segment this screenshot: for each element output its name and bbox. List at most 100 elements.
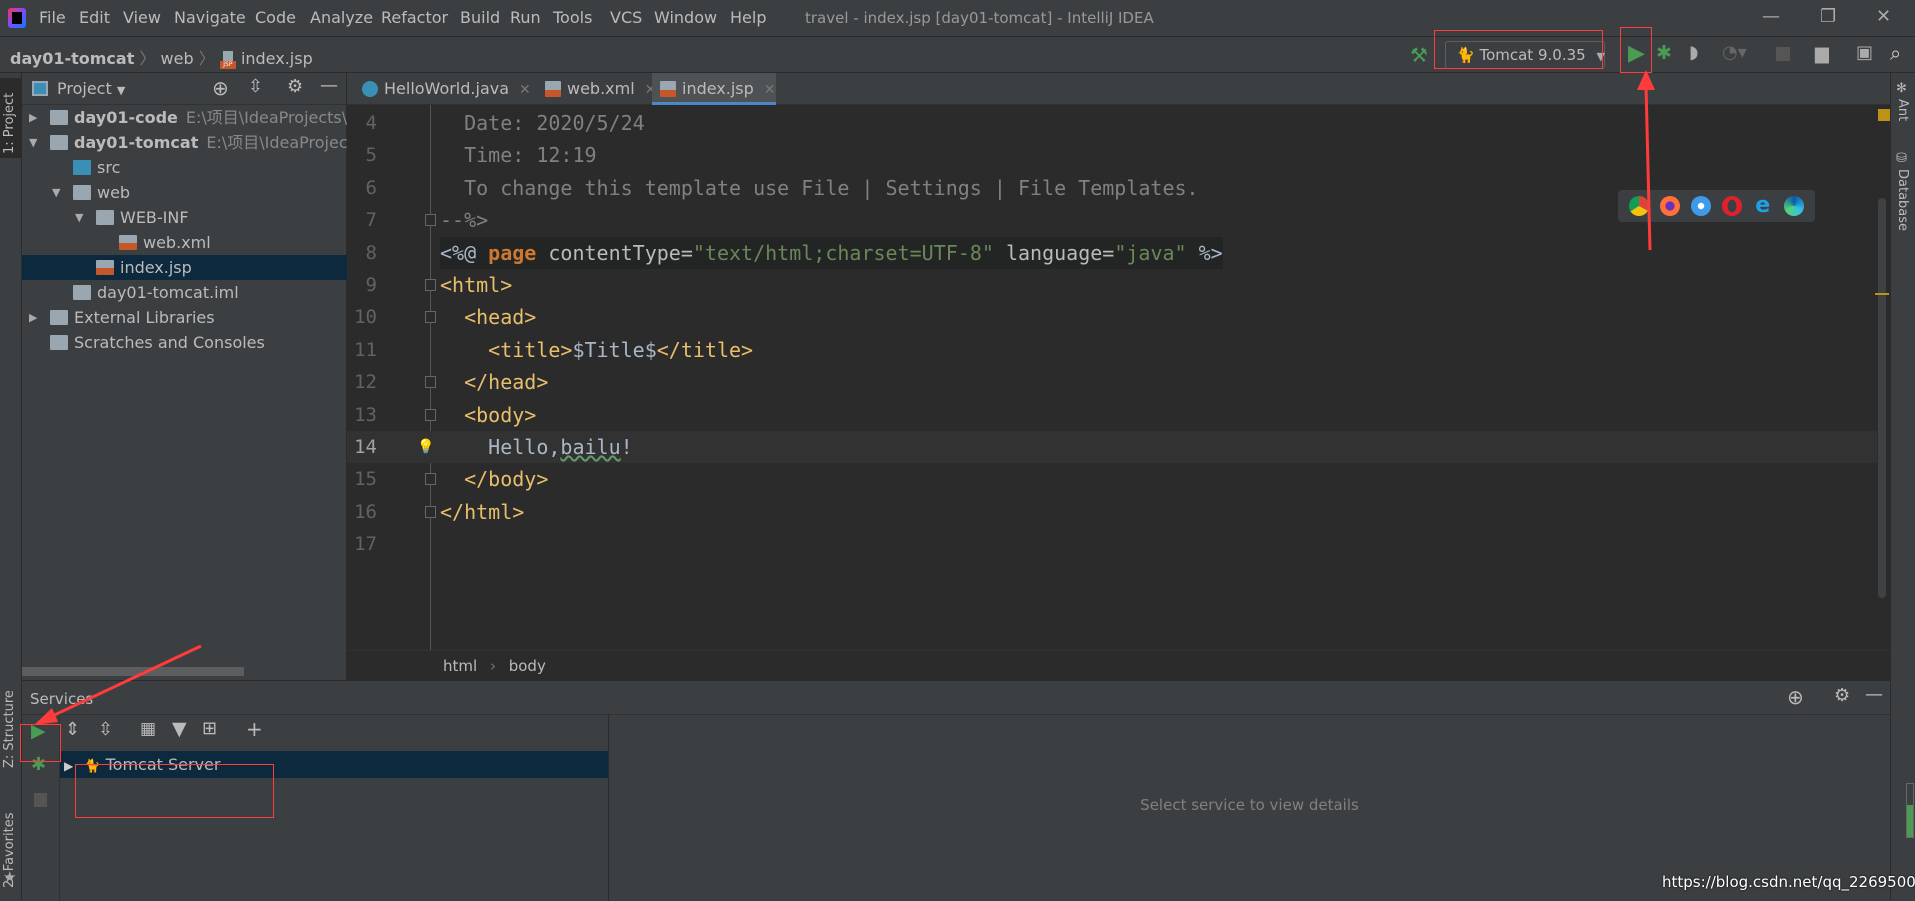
expand-arrow-icon[interactable]: ▶	[29, 105, 37, 130]
menu-build[interactable]: Build	[460, 8, 500, 27]
opera-icon[interactable]	[1721, 196, 1742, 216]
stop-icon[interactable]	[34, 793, 47, 807]
tree-item[interactable]: ▶ day01-code E:\项目\IdeaProjects\travel	[22, 105, 347, 130]
locate-icon[interactable]: ⊕	[1787, 685, 1804, 709]
menu-code[interactable]: Code	[255, 8, 296, 27]
menu-tools[interactable]: Tools	[553, 8, 592, 27]
menu-refactor[interactable]: Refactor	[381, 8, 448, 27]
code-line[interactable]: 8 <%@ page contentType="text/html;charset…	[347, 236, 1877, 269]
debug-icon[interactable]: ✱	[31, 754, 46, 775]
close-tab-icon[interactable]: ✕	[519, 82, 531, 98]
filter-icon[interactable]: ▼	[172, 718, 187, 740]
menu-window[interactable]: Window	[654, 8, 717, 27]
code-line[interactable]: 13 <body>	[347, 399, 1877, 431]
tab-web-xml[interactable]: web.xml ✕	[537, 73, 656, 105]
breadcrumb-file[interactable]: index.jsp	[241, 49, 313, 68]
code-line[interactable]: 14 💡 Hello,bailu!	[347, 431, 1877, 464]
debug-icon[interactable]: ✱	[1656, 42, 1672, 64]
menu-edit[interactable]: Edit	[79, 8, 110, 27]
add-service-icon[interactable]: +	[246, 717, 263, 741]
safari-icon[interactable]	[1691, 196, 1712, 216]
tab-ant[interactable]: Ant	[1895, 99, 1910, 121]
close-button[interactable]: ✕	[1876, 6, 1891, 27]
terminal-icon[interactable]: ▣	[1856, 42, 1873, 63]
tree-item[interactable]: Scratches and Consoles	[22, 330, 347, 355]
code-line[interactable]: 12 </head>	[347, 366, 1877, 398]
hide-icon[interactable]: —	[1865, 684, 1883, 705]
fold-marker-icon[interactable]	[425, 214, 436, 227]
expand-all-icon[interactable]: ⇕	[65, 719, 80, 740]
firefox-icon[interactable]	[1660, 196, 1681, 216]
chrome-icon[interactable]	[1629, 196, 1650, 216]
expand-arrow-icon[interactable]: ▼	[52, 180, 60, 205]
tree-item[interactable]: day01-tomcat.iml	[22, 280, 347, 305]
breadcrumb-body[interactable]: body	[509, 657, 546, 675]
fold-marker-icon[interactable]	[425, 376, 436, 389]
expand-arrow-icon[interactable]: ▼	[75, 205, 83, 230]
run-icon[interactable]: ▶	[31, 720, 46, 742]
code-line[interactable]: 10 <head>	[347, 301, 1877, 333]
collapse-all-icon[interactable]: ⇳	[248, 76, 263, 97]
tree-item[interactable]: ▼ web	[22, 180, 347, 205]
lightbulb-icon[interactable]: 💡	[417, 431, 434, 463]
tab-structure[interactable]: Z: Structure	[2, 678, 17, 768]
fold-marker-icon[interactable]	[425, 505, 436, 518]
stop-icon[interactable]	[1776, 47, 1790, 61]
restore-button[interactable]: ❐	[1820, 6, 1836, 27]
minimize-button[interactable]: —	[1762, 6, 1780, 27]
hide-icon[interactable]: —	[320, 75, 338, 96]
expand-arrow-icon[interactable]: ▼	[29, 130, 37, 155]
inspection-status-icon[interactable]	[1878, 109, 1890, 121]
locate-icon[interactable]: ⊕	[212, 76, 229, 100]
gear-icon[interactable]: ⚙	[1834, 685, 1850, 706]
menu-analyze[interactable]: Analyze	[310, 8, 373, 27]
code-line[interactable]: 17	[347, 528, 1877, 560]
group-by-icon[interactable]: ▦	[140, 719, 156, 739]
menu-navigate[interactable]: Navigate	[174, 8, 246, 27]
tree-item[interactable]: ▶ External Libraries	[22, 305, 347, 330]
tree-item[interactable]: src	[22, 155, 347, 180]
search-icon[interactable]: ⌕	[1890, 41, 1901, 65]
code-line[interactable]: 9 <html>	[347, 269, 1877, 301]
menu-help[interactable]: Help	[730, 8, 766, 27]
tree-item[interactable]: web.xml	[22, 230, 347, 255]
editor-scrollbar[interactable]	[1878, 198, 1886, 598]
close-tab-icon[interactable]: ✕	[764, 82, 776, 98]
fold-marker-icon[interactable]	[425, 408, 436, 421]
code-line[interactable]: 11 <title>$Title$</title>	[347, 334, 1877, 366]
edge-icon[interactable]	[1783, 196, 1804, 216]
expand-arrow-icon[interactable]: ▶	[64, 759, 73, 773]
profile-icon[interactable]: ◔▾	[1722, 42, 1747, 63]
menu-run[interactable]: Run	[510, 8, 541, 27]
tab-database[interactable]: Database	[1895, 169, 1910, 231]
fold-marker-icon[interactable]	[425, 311, 436, 324]
gear-icon[interactable]: ⚙	[287, 76, 303, 97]
tree-item[interactable]: index.jsp	[22, 255, 347, 280]
tree-item[interactable]: ▼ WEB-INF	[22, 205, 347, 230]
tab-index-jsp[interactable]: index.jsp ✕	[652, 73, 776, 105]
coverage-icon[interactable]: ◗	[1689, 42, 1698, 63]
expand-arrow-icon[interactable]: ▶	[29, 305, 37, 330]
code-line[interactable]: 16 </html>	[347, 496, 1877, 528]
fold-marker-icon[interactable]	[425, 279, 436, 291]
code-line[interactable]: 15 </body>	[347, 463, 1877, 495]
collapse-all-icon[interactable]: ⇳	[98, 719, 113, 740]
new-tab-icon[interactable]: ⊞	[202, 718, 217, 739]
code-line[interactable]: 4 Date: 2020/5/24	[347, 107, 1877, 139]
tree-item[interactable]: ▼ day01-tomcat E:\项目\IdeaProjects\travel	[22, 130, 347, 155]
menu-vcs[interactable]: VCS	[610, 8, 642, 27]
breadcrumb-web[interactable]: web	[161, 49, 194, 68]
fold-marker-icon[interactable]	[425, 473, 436, 486]
hammer-icon[interactable]: ⚒	[1410, 43, 1428, 67]
tab-helloworld-java[interactable]: HelloWorld.java ✕	[354, 73, 531, 105]
memory-indicator[interactable]	[1906, 783, 1914, 838]
breadcrumb-project[interactable]: day01-tomcat	[10, 49, 134, 68]
project-structure-icon[interactable]: ▆	[1815, 43, 1829, 64]
breadcrumb-html[interactable]: html	[443, 657, 477, 675]
menu-view[interactable]: View	[123, 8, 161, 27]
internet-explorer-icon[interactable]: e	[1753, 195, 1773, 217]
tab-project[interactable]: 1: Project	[0, 78, 21, 158]
run-icon[interactable]: ▶	[1628, 41, 1645, 66]
horizontal-scrollbar[interactable]	[22, 667, 244, 676]
menu-file[interactable]: File	[39, 8, 66, 27]
